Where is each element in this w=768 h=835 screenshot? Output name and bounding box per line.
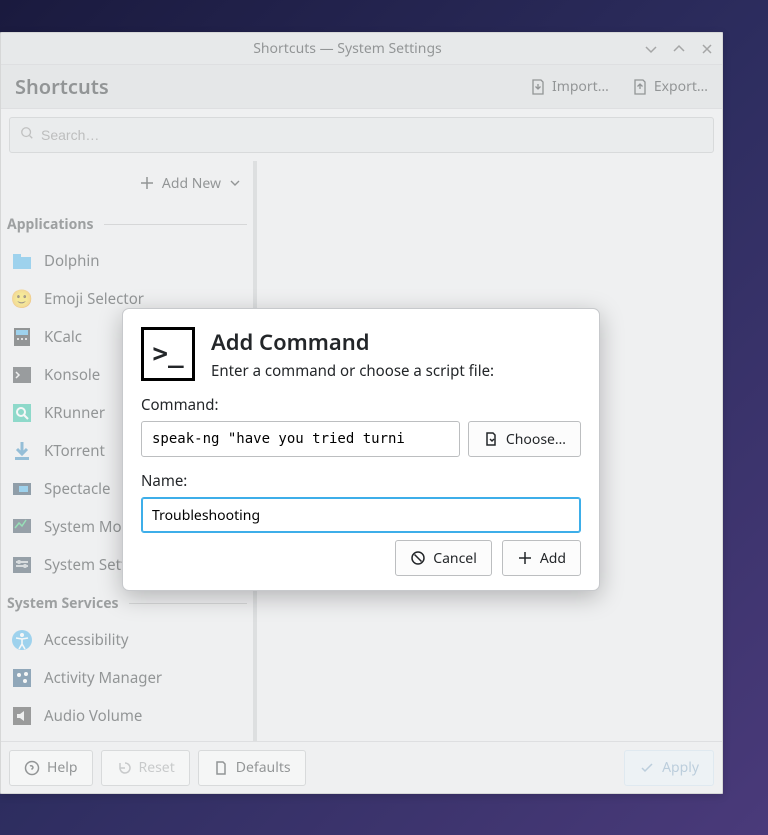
dialog-title: Add Command (211, 327, 494, 357)
choose-button[interactable]: Choose… (468, 421, 581, 457)
plus-icon (517, 550, 533, 566)
command-label: Command: (141, 395, 581, 415)
name-label: Name: (141, 471, 581, 491)
cancel-button[interactable]: Cancel (395, 540, 492, 576)
name-input[interactable] (141, 497, 581, 533)
file-icon (483, 431, 499, 447)
terminal-icon: >_ (141, 327, 195, 381)
cancel-icon (410, 550, 426, 566)
add-command-dialog: >_ Add Command Enter a command or choose… (122, 308, 600, 591)
cancel-label: Cancel (433, 549, 477, 568)
dialog-subtitle: Enter a command or choose a script file: (211, 361, 494, 381)
command-input[interactable] (141, 421, 460, 457)
choose-label: Choose… (506, 430, 566, 449)
add-button[interactable]: Add (502, 540, 581, 576)
add-label: Add (540, 549, 566, 568)
